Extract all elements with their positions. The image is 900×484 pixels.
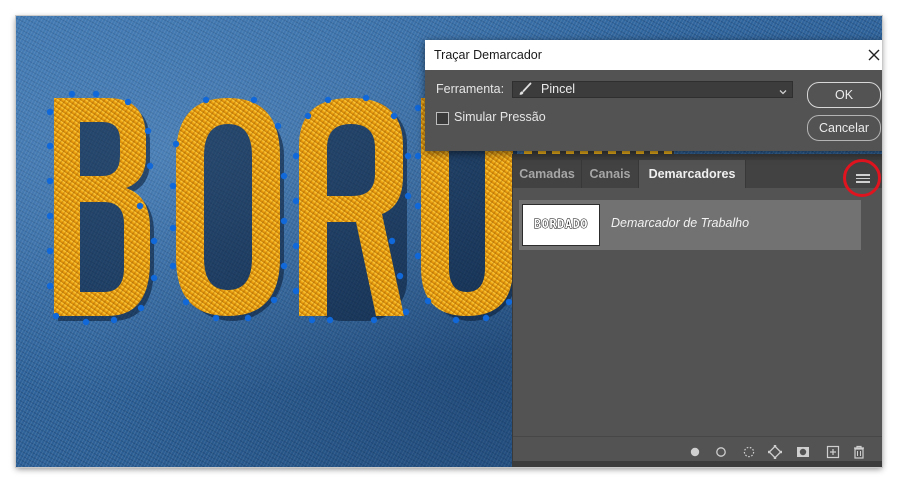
delete-path-icon[interactable]	[851, 444, 867, 460]
dialog-title: Traçar Demarcador	[434, 48, 542, 62]
chevron-down-icon	[778, 84, 788, 95]
brush-icon	[517, 82, 533, 97]
cancel-button[interactable]: Cancelar	[807, 115, 881, 141]
paths-panel: Camadas Canais Demarcadores BORDADO Dema…	[512, 154, 882, 467]
stroke-path-dialog: Traçar Demarcador Ferramenta: Pincel Sim…	[425, 40, 882, 151]
close-icon[interactable]	[865, 46, 882, 64]
path-row[interactable]: BORDADO Demarcador de Trabalho	[519, 200, 861, 250]
fill-path-icon[interactable]	[687, 444, 703, 460]
tab-paths[interactable]: Demarcadores	[639, 160, 746, 188]
tool-select[interactable]: Pincel	[512, 81, 793, 98]
ok-button[interactable]: OK	[807, 82, 881, 108]
add-mask-icon[interactable]	[795, 444, 811, 460]
panel-footer	[513, 436, 882, 467]
tool-select-value: Pincel	[541, 82, 576, 96]
screenshot-frame: Camadas Canais Demarcadores BORDADO Dema…	[16, 16, 882, 467]
simulate-pressure-checkbox[interactable]	[436, 112, 449, 125]
tab-channels[interactable]: Canais	[582, 160, 639, 188]
simulate-pressure-label: Simular Pressão	[454, 110, 546, 124]
path-thumbnail: BORDADO	[522, 204, 600, 246]
stroke-path-icon[interactable]	[713, 444, 729, 460]
panel-tab-bar: Camadas Canais Demarcadores	[513, 160, 882, 188]
load-as-selection-icon[interactable]	[741, 444, 757, 460]
make-work-path-icon[interactable]	[767, 444, 783, 460]
panel-bottom-edge	[513, 461, 882, 467]
new-path-icon[interactable]	[825, 444, 841, 460]
tool-label: Ferramenta:	[436, 82, 505, 96]
path-thumbnail-text: BORDADO	[533, 217, 589, 232]
panel-menu-icon[interactable]	[856, 172, 870, 186]
dialog-titlebar: Traçar Demarcador	[425, 40, 882, 70]
tab-layers[interactable]: Camadas	[513, 160, 582, 188]
path-name[interactable]: Demarcador de Trabalho	[611, 216, 749, 230]
